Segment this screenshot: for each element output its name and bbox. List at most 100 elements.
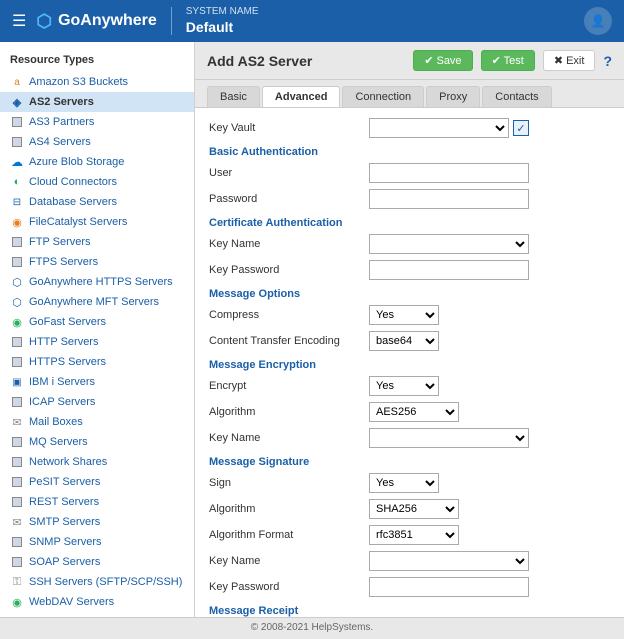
main-layout: Resource Types a Amazon S3 Buckets ◈ AS2… [0,42,624,617]
tab-basic[interactable]: Basic [207,86,260,107]
page-title: Add AS2 Server [207,53,405,69]
cert-key-password-field [369,260,610,280]
password-input[interactable] [369,189,529,209]
sign-label: Sign [209,477,369,489]
sidebar-item-mailboxes[interactable]: ✉ Mail Boxes [0,412,194,432]
app-name: GoAnywhere [58,12,157,30]
exit-button[interactable]: ✖ Exit [543,50,596,71]
cert-key-name-select[interactable] [369,234,529,254]
key-vault-select[interactable] [369,118,509,138]
sidebar-item-label: Cloud Connectors [29,176,117,188]
sidebar-item-mq[interactable]: MQ Servers [0,432,194,452]
user-input[interactable] [369,163,529,183]
enc-key-name-field [369,428,610,448]
sidebar-item-label: GoAnywhere HTTPS Servers [29,276,173,288]
sidebar-item-label: Mail Boxes [29,416,83,428]
sidebar-item-label: SOAP Servers [29,556,100,568]
sig-key-password-row: Key Password [209,577,610,597]
amazon-icon: a [10,75,24,89]
sidebar-item-goanywhere-mft[interactable]: ⬡ GoAnywhere MFT Servers [0,292,194,312]
compress-select[interactable]: Yes No [369,305,439,325]
copyright-text: © 2008-2021 HelpSystems. [251,622,373,633]
sig-algorithm-select[interactable]: SHA256 SHA1 MD5 [369,499,459,519]
ibm-icon: ▣ [10,375,24,389]
user-label: User [209,167,369,179]
sig-key-name-select[interactable] [369,551,529,571]
basic-auth-header: Basic Authentication [209,146,610,158]
smtp-icon: ✉ [10,515,24,529]
sidebar-item-azure-blob[interactable]: ☁ Azure Blob Storage [0,152,194,172]
encrypt-row: Encrypt Yes No [209,376,610,396]
sidebar-item-network-shares[interactable]: Network Shares [0,452,194,472]
sidebar-item-label: FTP Servers [29,236,91,248]
sidebar-item-amazon-s3[interactable]: a Amazon S3 Buckets [0,72,194,92]
sidebar-item-rest[interactable]: REST Servers [0,492,194,512]
sidebar-item-as2-servers[interactable]: ◈ AS2 Servers [0,92,194,112]
tab-proxy[interactable]: Proxy [426,86,480,107]
system-info: SYSTEM NAME Default [186,5,259,36]
sidebar-item-ibm-i[interactable]: ▣ IBM i Servers [0,372,194,392]
sidebar-item-pesit[interactable]: PeSIT Servers [0,472,194,492]
sidebar-item-soap[interactable]: SOAP Servers [0,552,194,572]
save-button[interactable]: ✔ Save [413,50,472,71]
tab-advanced[interactable]: Advanced [262,86,341,107]
ftp-icon [10,235,24,249]
tab-contacts[interactable]: Contacts [482,86,551,107]
sidebar-item-gofast[interactable]: ◉ GoFast Servers [0,312,194,332]
sidebar-item-icap[interactable]: ICAP Servers [0,392,194,412]
sidebar-item-http[interactable]: HTTP Servers [0,332,194,352]
sidebar-item-label: SMTP Servers [29,516,100,528]
sidebar-item-https[interactable]: HTTPS Servers [0,352,194,372]
sign-field: Yes No [369,473,610,493]
https-icon [10,355,24,369]
app-header: ☰ ⬡ GoAnywhere SYSTEM NAME Default 👤 [0,0,624,42]
sidebar-item-snmp[interactable]: SNMP Servers [0,532,194,552]
help-icon[interactable]: ? [603,53,612,69]
test-button[interactable]: ✔ Test [481,50,535,71]
gofast-icon: ◉ [10,315,24,329]
menu-icon[interactable]: ☰ [12,11,26,31]
sidebar-item-label: Network Shares [29,456,107,468]
filecatalyst-icon: ◉ [10,215,24,229]
sidebar-item-label: WebDAV Servers [29,596,114,608]
sidebar-item-label: SNMP Servers [29,536,102,548]
sidebar-item-webdav[interactable]: ◉ WebDAV Servers [0,592,194,612]
sign-row: Sign Yes No [209,473,610,493]
sidebar-item-smtp[interactable]: ✉ SMTP Servers [0,512,194,532]
algorithm-format-label: Algorithm Format [209,529,369,541]
algorithm-select[interactable]: AES256 AES192 AES128 3DES [369,402,459,422]
message-encryption-header: Message Encryption [209,359,610,371]
algorithm-format-field: rfc3851 rfc5751 [369,525,610,545]
sidebar-item-as4-servers[interactable]: AS4 Servers [0,132,194,152]
sig-key-password-label: Key Password [209,581,369,593]
sidebar-item-ssh[interactable]: ⚿ SSH Servers (SFTP/SCP/SSH) [0,572,194,592]
sidebar-title: Resource Types [0,50,194,72]
sidebar-item-cloud-connectors[interactable]: ◐ Cloud Connectors [0,172,194,192]
enc-key-name-select[interactable] [369,428,529,448]
sidebar-item-ftps[interactable]: FTPS Servers [0,252,194,272]
encrypt-select[interactable]: Yes No [369,376,439,396]
azure-icon: ☁ [10,155,24,169]
soap-icon [10,555,24,569]
key-vault-checkbox[interactable]: ✓ [513,120,529,136]
algorithm-format-select[interactable]: rfc3851 rfc5751 [369,525,459,545]
ssh-icon: ⚿ [10,575,24,589]
sidebar-item-database-servers[interactable]: ⊟ Database Servers [0,192,194,212]
header-divider [171,7,172,35]
tab-connection[interactable]: Connection [342,86,424,107]
ftps-icon [10,255,24,269]
sign-select[interactable]: Yes No [369,473,439,493]
sidebar-item-goanywhere-https[interactable]: ⬡ GoAnywhere HTTPS Servers [0,272,194,292]
sidebar-item-ftp[interactable]: FTP Servers [0,232,194,252]
cert-key-name-field [369,234,610,254]
cert-key-password-input[interactable] [369,260,529,280]
user-avatar[interactable]: 👤 [584,7,612,35]
tab-bar: Basic Advanced Connection Proxy Contacts [195,80,624,108]
rest-icon [10,495,24,509]
mail-icon: ✉ [10,415,24,429]
content-transfer-select[interactable]: base64 binary 8bit [369,331,439,351]
cert-key-name-row: Key Name [209,234,610,254]
sidebar-item-filecatalyst[interactable]: ◉ FileCatalyst Servers [0,212,194,232]
sidebar-item-as3-partners[interactable]: AS3 Partners [0,112,194,132]
sig-key-password-input[interactable] [369,577,529,597]
